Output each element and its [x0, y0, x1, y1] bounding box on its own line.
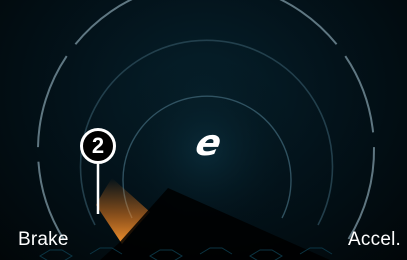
- instrument-cluster-screen: e 2 Brake Accel.: [0, 0, 407, 260]
- eco-mode-icon: e: [191, 123, 226, 164]
- outer-ring-segment: [279, 0, 338, 45]
- outer-ring-segment: [74, 0, 133, 45]
- outer-ring-segment: [37, 161, 65, 240]
- callout-number-badge: 2: [80, 128, 116, 164]
- outer-ring-segment: [347, 147, 376, 240]
- outer-ring-segment: [37, 55, 68, 148]
- outer-ring-segment: [344, 55, 375, 133]
- brake-label: Brake: [18, 229, 69, 250]
- accel-label: Accel.: [348, 229, 401, 250]
